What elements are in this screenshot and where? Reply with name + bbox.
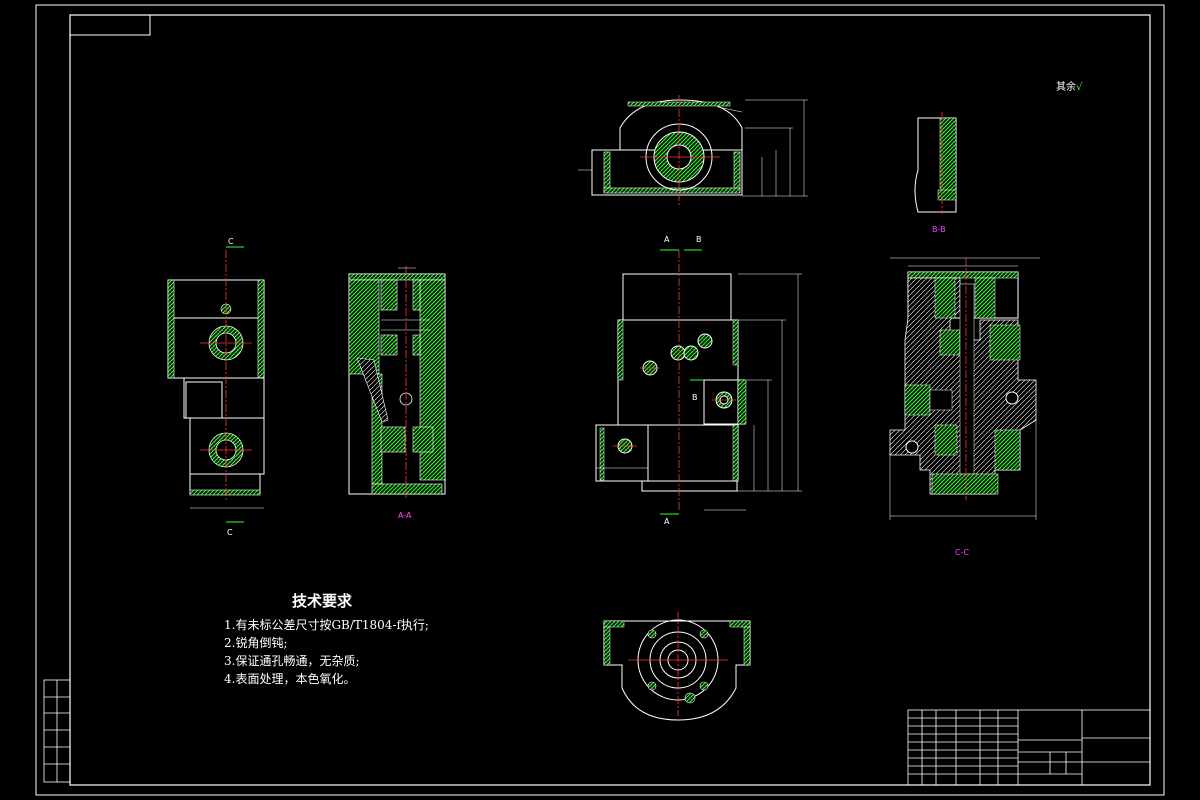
cut-mark-b-side: B (692, 393, 698, 402)
section-label-bb: B-B (932, 225, 946, 234)
section-aa-view (348, 266, 446, 500)
section-bb-view (914, 112, 957, 214)
bottom-view (603, 612, 751, 721)
left-info-strip (43, 679, 71, 783)
roughness-note-text: 其余 (1056, 82, 1076, 93)
side-view (167, 246, 265, 523)
technical-requirements-title: 技术要求 (292, 592, 353, 610)
title-block (907, 709, 1151, 786)
technical-requirement-item: 1.有未标公差尺寸按GB/T1804-f执行; (224, 618, 429, 632)
cut-mark-a-top: A (664, 235, 670, 244)
cut-mark-b-top: B (696, 235, 702, 244)
section-label-cc: C-C (955, 548, 970, 557)
top-view (578, 95, 808, 205)
technical-requirement-item: 4.表面处理，本色氧化。 (224, 672, 356, 686)
cut-mark-c-bottom: C (227, 528, 233, 537)
roughness-symbol-icon: √ (1076, 82, 1083, 93)
section-label-aa: A-A (398, 511, 412, 520)
technical-requirement-item: 2.锐角倒钝; (224, 636, 288, 650)
section-cc-view (889, 257, 1040, 520)
drawing-canvas (35, 4, 1165, 796)
front-view (595, 249, 802, 515)
cut-mark-a-bottom: A (664, 517, 670, 526)
cut-mark-c-top: C (228, 237, 234, 246)
roughness-note: 其余√ (1056, 78, 1082, 93)
technical-requirement-item: 3.保证通孔畅通，无杂质; (224, 654, 360, 668)
